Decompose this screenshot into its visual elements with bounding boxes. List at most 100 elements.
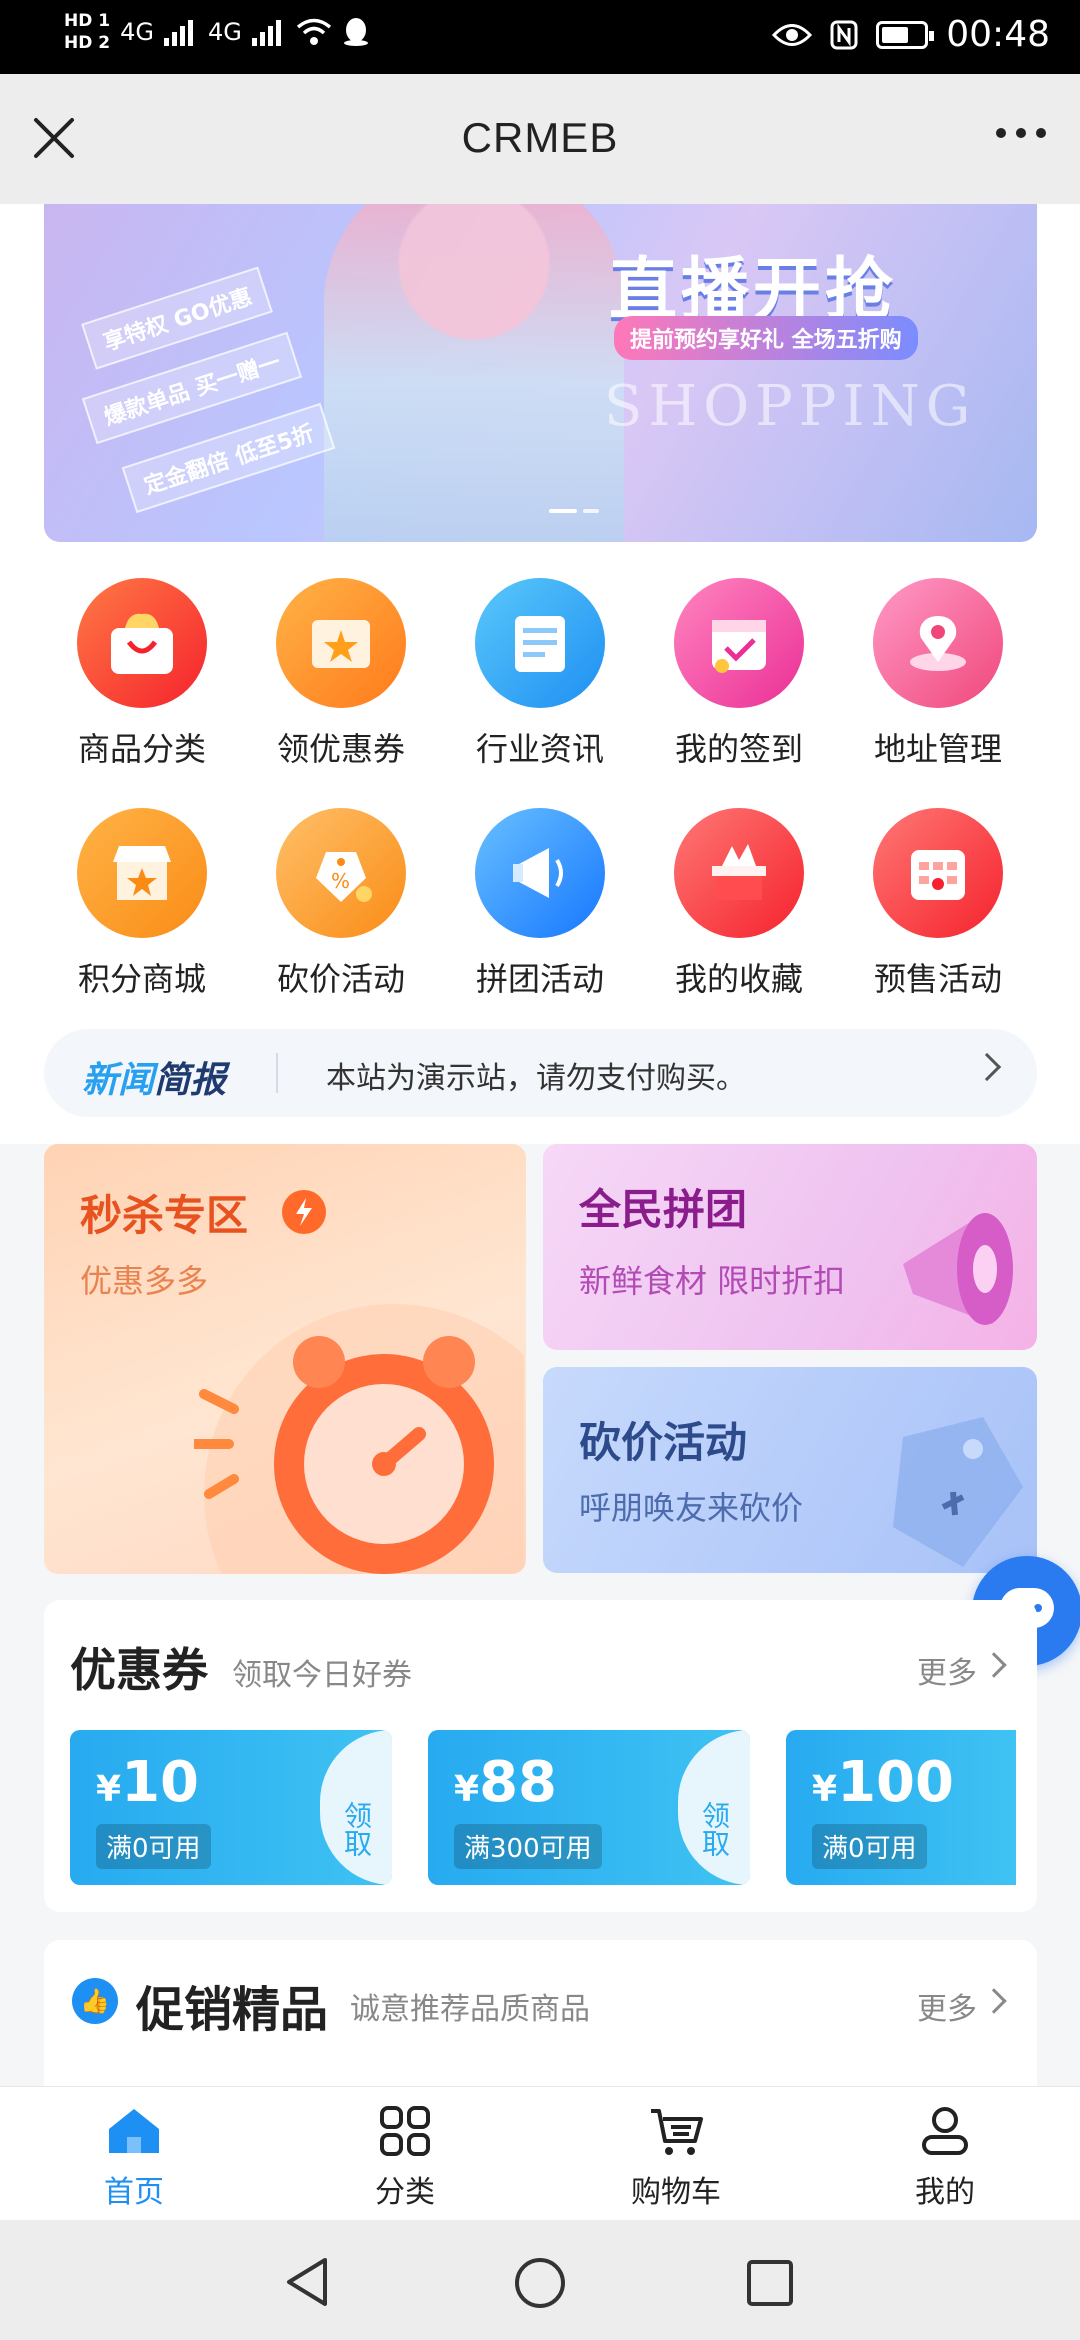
coupon-amount: ¥100	[812, 1750, 954, 1815]
calendar-check-icon	[674, 578, 804, 708]
coupon-item[interactable]: ¥88 满300可用 领取	[428, 1730, 750, 1885]
battery-icon	[876, 20, 935, 49]
menu-item-address[interactable]: 地址管理	[838, 578, 1038, 770]
banner-english: SHOPPING	[604, 374, 977, 439]
promo-goods-more-link[interactable]: 更多	[917, 1984, 977, 2028]
banner-subline: 提前预约享好礼 全场五折购	[614, 316, 918, 360]
alarm-clock-icon	[194, 1304, 524, 1574]
user-icon	[922, 2107, 968, 2155]
coupon-condition: 满0可用	[812, 1824, 927, 1869]
sim2-label: HD 2	[64, 33, 111, 53]
promo-goods-title: 促销精品	[136, 1982, 329, 2038]
bargain-title: 砍价活动	[579, 1418, 748, 1467]
menu-item-category[interactable]: 商品分类	[42, 578, 242, 770]
coupon-icon	[276, 578, 406, 708]
coupon-condition: 满300可用	[454, 1824, 602, 1869]
sim-labels: HD 1 HD 2	[64, 10, 110, 54]
price-tag-icon	[893, 1417, 1023, 1567]
system-navigation-bar	[0, 2220, 1080, 2340]
coupon-more-link[interactable]: 更多	[917, 1648, 977, 1692]
seckill-sub: 优惠多多	[80, 1262, 209, 1300]
news-logo: 新闻简报	[82, 1051, 226, 1103]
presale-calendar-icon	[873, 808, 1003, 938]
divider	[276, 1053, 278, 1093]
coupon-claim-button[interactable]: 领取	[678, 1730, 750, 1885]
tab-label: 购物车	[631, 2175, 721, 2210]
home-circle-icon[interactable]	[513, 2256, 567, 2310]
store-icon	[77, 808, 207, 938]
menu-item-label: 地址管理	[873, 730, 1002, 768]
chevron-right-icon[interactable]	[981, 1652, 1007, 1678]
menu-item-group-buy[interactable]: 拼团活动	[440, 808, 640, 1000]
document-icon	[475, 578, 605, 708]
back-icon[interactable]	[283, 2256, 333, 2308]
tab-label: 分类	[375, 2175, 435, 2210]
seckill-card[interactable]: 秒杀专区 优惠多多	[44, 1144, 526, 1574]
tab-home[interactable]: 首页	[34, 2105, 234, 2211]
chevron-right-icon	[972, 1052, 1002, 1082]
shopping-bag-icon	[77, 578, 207, 708]
network-type-2: 4G	[207, 18, 242, 46]
news-ticker[interactable]: 新闻简报 本站为演示站，请勿支付购买。	[44, 1029, 1037, 1117]
home-icon	[109, 2109, 159, 2153]
map-pin-icon	[873, 578, 1003, 708]
banner-section: 享特权 GO优惠 爆款单品 买一赠一 定金翻倍 低至5折 直播开抢 提前预约享好…	[0, 204, 1080, 554]
status-left: HD 1 HD 2 4G 4G	[64, 10, 370, 54]
menu-item-news[interactable]: 行业资讯	[440, 578, 640, 770]
tab-cart[interactable]: 购物车	[576, 2105, 776, 2211]
coupon-condition: 满0可用	[96, 1824, 211, 1869]
menu-item-bargain[interactable]: % 砍价活动	[241, 808, 441, 1000]
group-buy-title: 全民拼团	[579, 1185, 748, 1234]
bottom-tab-bar: 首页 分类 购物车 我的	[0, 2086, 1080, 2220]
banner-model-image	[324, 204, 624, 542]
menu-item-coupon[interactable]: 领优惠券	[241, 578, 441, 770]
category-grid-icon	[380, 2106, 430, 2156]
menu-item-points-mall[interactable]: 积分商城	[42, 808, 242, 1000]
tab-category[interactable]: 分类	[305, 2105, 505, 2211]
status-right: 00:48	[772, 14, 1050, 55]
more-menu-icon[interactable]	[996, 128, 1046, 138]
bargain-card[interactable]: 砍价活动 呼朋唤友来砍价	[543, 1367, 1037, 1573]
coupon-item[interactable]: ¥100 满0可用	[786, 1730, 1016, 1885]
menu-item-label: 领优惠券	[276, 730, 405, 768]
signal-icon	[163, 20, 193, 46]
recent-apps-icon[interactable]	[745, 2258, 795, 2308]
network-type-1: 4G	[120, 18, 154, 46]
promo-goods-section: 👍 促销精品 诚意推荐品质商品 更多	[44, 1940, 1037, 2090]
tab-label: 我的	[915, 2175, 975, 2210]
menu-item-presale[interactable]: 预售活动	[838, 808, 1038, 1000]
menu-item-label: 预售活动	[873, 960, 1002, 998]
menu-item-signin[interactable]: 我的签到	[639, 578, 839, 770]
clock: 00:48	[946, 14, 1050, 55]
lightning-icon	[282, 1190, 326, 1234]
menu-item-label: 砍价活动	[276, 960, 405, 998]
news-section: 新闻简报 本站为演示站，请勿支付购买。	[0, 1019, 1080, 1144]
coupon-section-title: 优惠券	[70, 1643, 208, 1697]
tab-label: 首页	[104, 2175, 164, 2210]
promo-banner[interactable]: 享特权 GO优惠 爆款单品 买一赠一 定金翻倍 低至5折 直播开抢 提前预约享好…	[44, 204, 1037, 542]
coupon-claim-button[interactable]: 领取	[320, 1730, 392, 1885]
coupon-item[interactable]: ¥10 满0可用 领取	[70, 1730, 392, 1885]
price-tag-icon: %	[276, 808, 406, 938]
bargain-sub: 呼朋唤友来砍价	[579, 1489, 804, 1527]
megaphone-icon	[475, 808, 605, 938]
quick-menu-grid: 商品分类 领优惠券 行业资讯 我的签到 地址管理 积分商城 % 砍价活动 拼团活…	[0, 554, 1080, 1019]
promo-goods-sub: 诚意推荐品质商品	[350, 1992, 590, 2027]
wifi-icon	[296, 18, 331, 45]
news-logo-part2: 简报	[154, 1060, 227, 1101]
coupon-section-sub: 领取今日好券	[232, 1658, 412, 1693]
chevron-right-icon[interactable]	[981, 1988, 1007, 2014]
menu-item-label: 我的收藏	[674, 960, 803, 998]
coupon-amount: ¥10	[96, 1750, 199, 1815]
coupon-amount: ¥88	[454, 1750, 557, 1815]
eye-icon	[772, 23, 813, 46]
menu-item-label: 拼团活动	[475, 960, 604, 998]
news-logo-part1: 新闻	[82, 1060, 155, 1101]
tab-me[interactable]: 我的	[845, 2105, 1045, 2211]
sim1-label: HD 1	[64, 11, 111, 31]
status-bar: HD 1 HD 2 4G 4G 00:48	[0, 0, 1080, 74]
menu-item-favorites[interactable]: 我的收藏	[639, 808, 839, 1000]
group-buy-card[interactable]: 全民拼团 新鲜食材 限时折扣	[543, 1144, 1037, 1350]
seckill-title: 秒杀专区	[80, 1191, 249, 1240]
thumbs-up-icon: 👍	[72, 1978, 118, 2024]
